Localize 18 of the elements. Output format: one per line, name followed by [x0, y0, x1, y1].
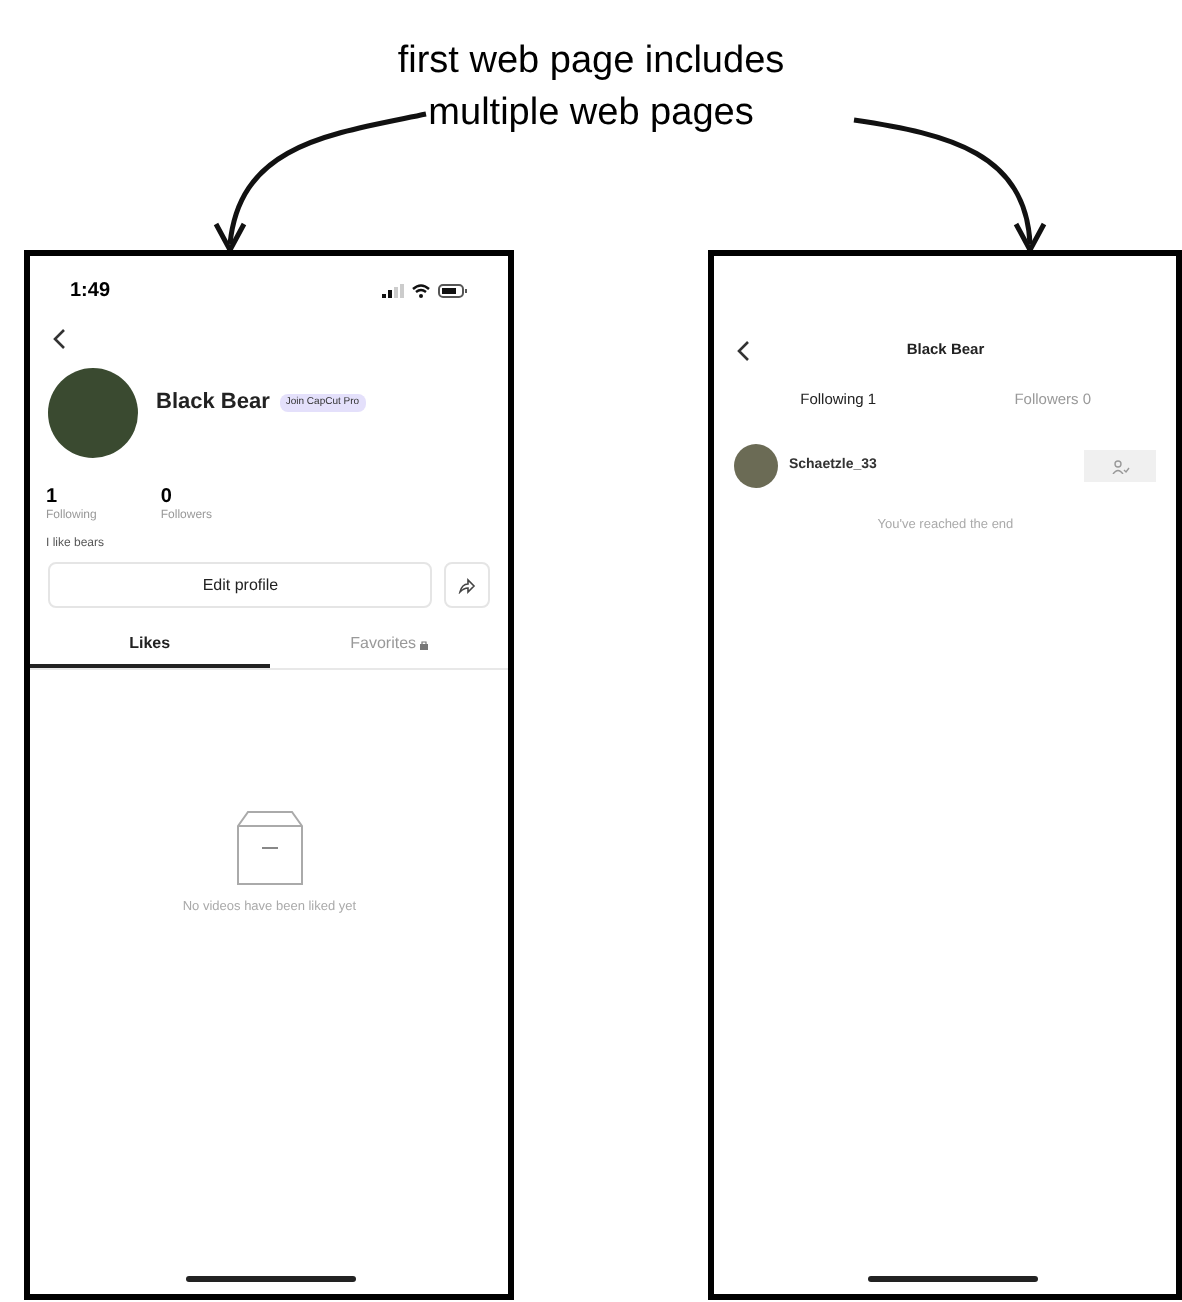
- status-time: 1:49: [70, 278, 111, 306]
- share-icon: [458, 577, 477, 593]
- person-icon: [1111, 459, 1129, 473]
- wifi-icon: [412, 284, 431, 298]
- battery-icon: [438, 284, 469, 298]
- profile-tab[interactable]: Likes: [30, 624, 270, 668]
- avatar-placeholder: [734, 444, 779, 488]
- edit-profile-button[interactable]: Edit profile: [48, 562, 433, 608]
- share-button[interactable]: [444, 562, 491, 608]
- caption-line: multiple web pages: [428, 90, 754, 138]
- profile-name: Black Bear: [156, 388, 270, 419]
- signal-icon: [382, 284, 405, 298]
- stat-value: 0: [160, 486, 174, 508]
- caption-line: first web page includes: [397, 38, 785, 86]
- stat-value: 1: [46, 486, 60, 508]
- avatar-placeholder: [48, 368, 138, 458]
- lock-icon: [420, 639, 429, 649]
- box-icon: [235, 810, 304, 886]
